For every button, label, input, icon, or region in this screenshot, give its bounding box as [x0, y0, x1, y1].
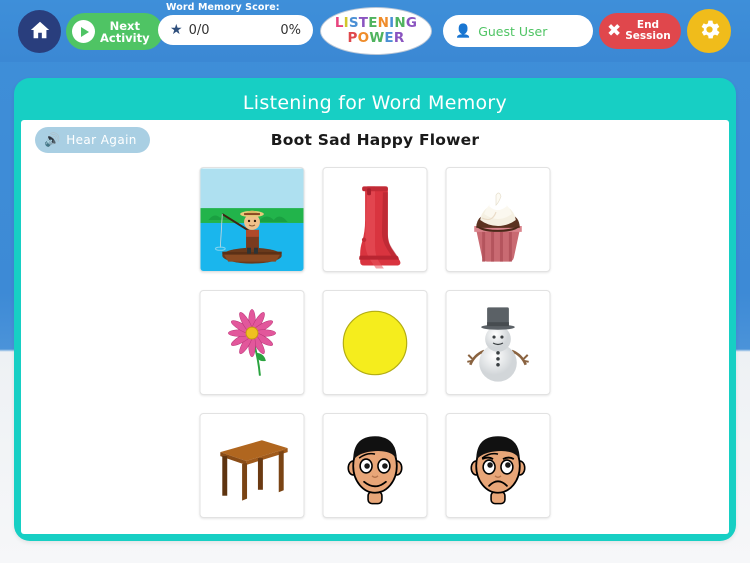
gear-icon — [697, 17, 722, 46]
logo-line-2: POWER — [347, 30, 405, 46]
home-button[interactable] — [18, 10, 61, 53]
next-activity-button[interactable]: Next Activity — [66, 13, 163, 50]
activity-panel: Listening for Word Memory 🔊 Hear Again B… — [14, 78, 736, 541]
home-icon — [29, 19, 51, 45]
table-image — [220, 439, 288, 501]
person-icon: 👤 — [455, 23, 472, 39]
play-icon — [72, 20, 95, 43]
score-percent: 0% — [280, 22, 301, 38]
cupcake-image — [474, 192, 522, 262]
happy-face-image — [347, 435, 403, 504]
yellow-circle-card[interactable] — [322, 290, 428, 395]
sad-face-image — [470, 435, 526, 504]
hear-again-button[interactable]: 🔊 Hear Again — [35, 127, 150, 153]
user-selector[interactable]: 👤 Guest User — [443, 15, 593, 47]
picture-grid — [199, 167, 551, 518]
boot-card[interactable] — [322, 167, 428, 272]
flower-card[interactable] — [199, 290, 305, 395]
cupcake-card[interactable] — [445, 167, 551, 272]
hear-again-label: Hear Again — [66, 133, 137, 147]
table-card[interactable] — [199, 413, 305, 518]
yellow-circle-image — [342, 310, 408, 375]
end-session-button[interactable]: ✖ End Session — [599, 13, 681, 49]
next-activity-label: Next Activity — [100, 18, 150, 45]
activity-content: 🔊 Hear Again Boot Sad Happy Flower — [21, 120, 729, 534]
top-toolbar: Next Activity Word Memory Score: ★ 0/0 0… — [0, 0, 750, 62]
close-x-icon: ✖ — [607, 20, 622, 41]
app-logo: LISTENING POWER — [320, 7, 432, 55]
snowman-card[interactable] — [445, 290, 551, 395]
happy-face-card[interactable] — [322, 413, 428, 518]
logo-line-1: LISTENING — [334, 15, 418, 31]
user-name: Guest User — [478, 23, 548, 39]
score-box: ★ 0/0 0% — [158, 15, 313, 45]
fishing-boy-card[interactable] — [199, 167, 305, 272]
snowman-image — [467, 306, 529, 382]
end-session-label: End Session — [625, 18, 671, 42]
score-panel: Word Memory Score: ★ 0/0 0% — [158, 2, 313, 45]
boot-image — [359, 185, 401, 269]
score-label: Word Memory Score: — [166, 2, 280, 13]
flower-image — [227, 308, 277, 376]
speaker-icon: 🔊 — [44, 132, 61, 148]
fishing-boy-image — [200, 168, 304, 271]
page-title: Listening for Word Memory — [242, 91, 508, 114]
app-root: Next Activity Word Memory Score: ★ 0/0 0… — [0, 0, 750, 563]
settings-button[interactable] — [687, 9, 731, 53]
sad-face-card[interactable] — [445, 413, 551, 518]
score-fraction: 0/0 — [188, 22, 210, 38]
star-icon: ★ — [170, 22, 183, 38]
